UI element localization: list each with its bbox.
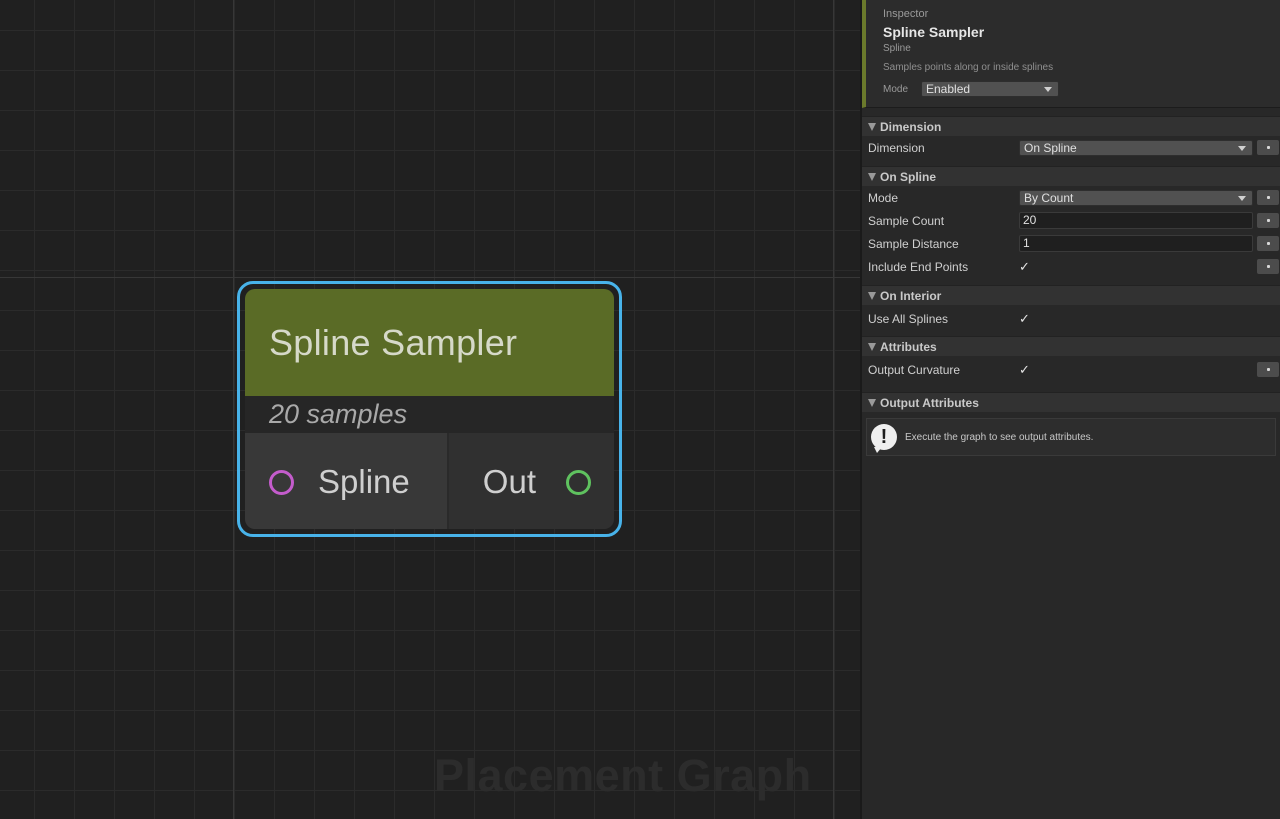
collapse-triangle-icon xyxy=(868,342,876,351)
section-title: Dimension xyxy=(880,119,942,134)
spline-mode-value: By Count xyxy=(1024,190,1074,205)
include-end-points-checkbox[interactable]: ✓ xyxy=(1019,259,1033,274)
override-button[interactable] xyxy=(1257,259,1279,274)
inspector-caption: Inspector xyxy=(883,8,929,20)
dimension-value: On Spline xyxy=(1024,140,1077,155)
input-port-label: Spline xyxy=(318,463,410,500)
output-curvature-row: Output Curvature ✓ xyxy=(862,358,1280,381)
node-ports: Spline Out xyxy=(245,433,614,529)
collapse-triangle-icon xyxy=(868,398,876,407)
grid-major-line xyxy=(833,0,834,819)
output-curvature-label: Output Curvature xyxy=(868,362,961,377)
dot-icon xyxy=(1266,242,1270,245)
spline-sampler-node[interactable]: Spline Sampler 20 samples Spline Out xyxy=(237,281,622,537)
grid-major-line xyxy=(233,0,234,819)
input-port-circle-icon[interactable] xyxy=(269,469,294,495)
sample-count-label: Sample Count xyxy=(868,213,945,228)
output-port-circle-icon[interactable] xyxy=(566,469,591,495)
node-mode-value: Enabled xyxy=(926,82,971,96)
override-button[interactable] xyxy=(1257,236,1279,251)
dot-icon xyxy=(1266,146,1270,149)
include-end-points-row: Include End Points ✓ xyxy=(862,255,1280,278)
sample-distance-field[interactable]: 1 xyxy=(1019,235,1253,252)
hint-text: Execute the graph to see output attribut… xyxy=(905,431,1094,443)
output-port-label: Out xyxy=(482,463,536,500)
section-output-attributes-header[interactable]: Output Attributes xyxy=(862,392,1280,412)
dimension-label: Dimension xyxy=(868,140,925,155)
section-on-spline-header[interactable]: On Spline xyxy=(862,166,1280,186)
output-curvature-checkbox[interactable]: ✓ xyxy=(1019,362,1033,377)
grid-major-line xyxy=(0,277,860,278)
use-all-splines-row: Use All Splines ✓ xyxy=(862,307,1280,330)
dot-icon xyxy=(1266,368,1270,371)
graph-canvas[interactable]: Placement Graph Spline Sampler 20 sample… xyxy=(0,0,860,819)
exclamation-icon: ! xyxy=(871,424,897,453)
node-body: Spline Sampler 20 samples Spline Out xyxy=(245,289,614,529)
section-attributes-header[interactable]: Attributes xyxy=(862,336,1280,356)
chevron-down-icon xyxy=(1238,145,1246,151)
include-end-points-label: Include End Points xyxy=(868,259,969,274)
app-root: Placement Graph Spline Sampler 20 sample… xyxy=(0,0,1280,819)
chevron-down-icon xyxy=(1238,195,1246,201)
dimension-dropdown[interactable]: On Spline xyxy=(1019,139,1253,156)
inspector-description: Samples points along or inside splines xyxy=(883,62,1054,73)
override-button[interactable] xyxy=(1257,190,1279,205)
collapse-triangle-icon xyxy=(868,172,876,181)
spline-mode-dropdown[interactable]: By Count xyxy=(1019,189,1253,206)
section-title: On Interior xyxy=(880,288,942,303)
section-title: On Spline xyxy=(880,169,937,184)
collapse-triangle-icon xyxy=(868,122,876,131)
dot-icon xyxy=(1266,196,1270,199)
sample-count-field[interactable]: 20 xyxy=(1019,212,1253,229)
node-mode-row: Mode Enabled xyxy=(883,81,1280,97)
output-attributes-hint: ! Execute the graph to see output attrib… xyxy=(866,418,1276,456)
sample-distance-row: Sample Distance 1 xyxy=(862,232,1280,255)
output-port-row: Out xyxy=(449,433,614,529)
section-title: Attributes xyxy=(880,339,937,354)
inspector-header: Inspector Spline Sampler Spline Samples … xyxy=(862,0,1280,108)
section-title: Output Attributes xyxy=(880,395,979,410)
sample-count-row: Sample Count 20 xyxy=(862,209,1280,232)
collapse-triangle-icon xyxy=(868,291,876,300)
section-dimension-header[interactable]: Dimension xyxy=(862,116,1280,136)
override-button[interactable] xyxy=(1257,213,1279,228)
section-on-interior-header[interactable]: On Interior xyxy=(862,285,1280,305)
override-button[interactable] xyxy=(1257,140,1279,155)
inspector-panel: Inspector Spline Sampler Spline Samples … xyxy=(860,0,1280,819)
spline-mode-label: Mode xyxy=(868,190,899,205)
inspector-category: Spline xyxy=(883,43,911,54)
dot-icon xyxy=(1266,265,1270,268)
inspector-title: Spline Sampler xyxy=(883,24,985,40)
input-port-row: Spline xyxy=(245,433,449,529)
node-title[interactable]: Spline Sampler xyxy=(245,289,614,396)
node-mode-label: Mode xyxy=(883,83,909,95)
use-all-splines-label: Use All Splines xyxy=(868,311,949,326)
dimension-row: Dimension On Spline xyxy=(862,136,1280,159)
node-subtitle: 20 samples xyxy=(245,396,614,433)
override-button[interactable] xyxy=(1257,362,1279,377)
dot-icon xyxy=(1266,219,1270,222)
graph-watermark: Placement Graph xyxy=(434,750,812,801)
spline-mode-row: Mode By Count xyxy=(862,186,1280,209)
sample-distance-label: Sample Distance xyxy=(868,236,959,251)
chevron-down-icon xyxy=(1044,87,1052,92)
node-mode-dropdown[interactable]: Enabled xyxy=(921,81,1059,97)
use-all-splines-checkbox[interactable]: ✓ xyxy=(1019,311,1033,326)
